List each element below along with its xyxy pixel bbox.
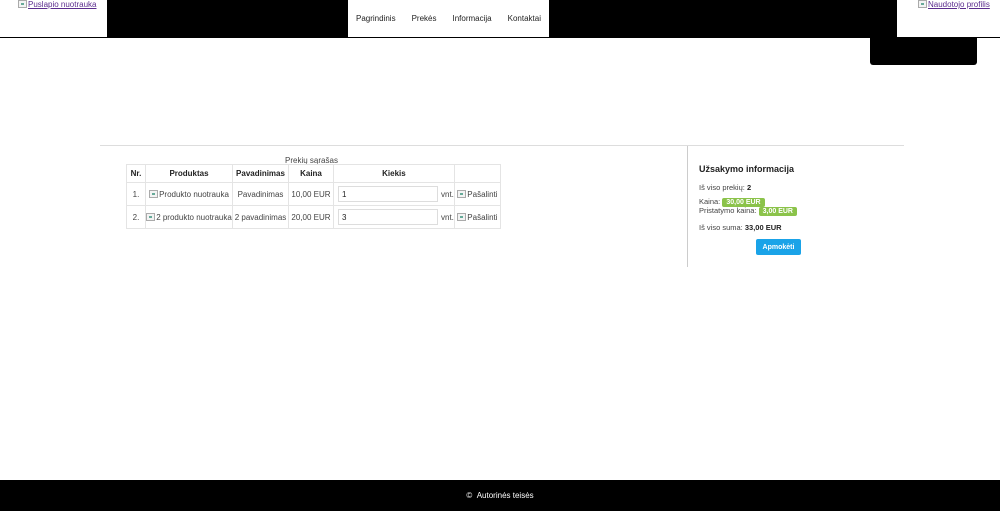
product-image-alt-text: Produkto nuotrauka bbox=[159, 189, 229, 199]
quantity-cell: vnt. bbox=[333, 205, 455, 229]
copyright-icon: © bbox=[466, 491, 473, 500]
total-sum-value: 33,00 EUR bbox=[744, 223, 782, 232]
broken-image-icon bbox=[457, 212, 467, 221]
product-name: Pavadinimas bbox=[232, 182, 289, 206]
column-header-name: Pavadinimas bbox=[232, 164, 289, 183]
remove-alt-text: Pašalinti bbox=[467, 189, 498, 199]
remove-button[interactable]: Pašalinti bbox=[453, 205, 501, 229]
product-price: 10,00 EUR bbox=[288, 182, 334, 206]
product-name: 2 pavadinimas bbox=[232, 205, 289, 229]
remove-button[interactable]: Pašalinti bbox=[453, 182, 501, 206]
user-profile-alt-text: Naudotojo profilis bbox=[928, 0, 990, 9]
product-image: Produkto nuotrauka bbox=[145, 182, 233, 206]
table-row: 2. 2 produkto nuotrauka 2 pavadinimas 20… bbox=[126, 205, 501, 229]
quantity-input[interactable] bbox=[338, 209, 438, 225]
broken-image-icon bbox=[918, 0, 927, 8]
footer-bar: © Autorinės teisės bbox=[0, 480, 1000, 511]
column-header-product: Produktas bbox=[145, 164, 233, 183]
column-header-actions bbox=[453, 164, 501, 183]
quantity-cell: vnt. bbox=[333, 182, 455, 206]
logo-container: Puslapio nuotrauka bbox=[0, 0, 107, 37]
summary-separator bbox=[687, 146, 688, 267]
broken-image-icon bbox=[149, 189, 159, 198]
product-image-alt-text: 2 produkto nuotrauka bbox=[156, 212, 232, 222]
cart-table: Nr. Produktas Pavadinimas Kaina Kiekis 1… bbox=[126, 164, 501, 229]
pay-button[interactable]: Apmokėti bbox=[756, 239, 801, 255]
quantity-wrapper: vnt. bbox=[334, 209, 454, 225]
column-header-price: Kaina bbox=[288, 164, 334, 183]
broken-image-icon bbox=[457, 189, 467, 198]
top-header-bar: Puslapio nuotrauka Pagrindinis Prekės In… bbox=[0, 0, 1000, 38]
total-sum-label: Iš viso suma: bbox=[699, 223, 743, 232]
content-divider bbox=[100, 145, 904, 146]
quantity-unit: vnt. bbox=[441, 212, 454, 222]
price-label: Kaina: bbox=[699, 197, 721, 206]
nav-item-information[interactable]: Informacija bbox=[452, 14, 491, 23]
total-items-value: 2 bbox=[746, 183, 752, 192]
table-header-row: Nr. Produktas Pavadinimas Kaina Kiekis bbox=[126, 164, 501, 183]
product-image: 2 produkto nuotrauka bbox=[145, 205, 233, 229]
quantity-wrapper: vnt. bbox=[334, 186, 454, 202]
shipping-label: Pristatymo kaina: bbox=[699, 206, 757, 215]
product-price: 20,00 EUR bbox=[288, 205, 334, 229]
site-logo-alt-text: Puslapio nuotrauka bbox=[28, 0, 97, 9]
broken-image-icon bbox=[18, 0, 27, 8]
total-items-line: Iš viso prekių: 2 bbox=[699, 183, 751, 192]
quantity-input[interactable] bbox=[338, 186, 438, 202]
site-logo-link[interactable]: Puslapio nuotrauka bbox=[18, 0, 97, 9]
row-number: 2. bbox=[126, 205, 146, 229]
remove-alt-text: Pašalinti bbox=[467, 212, 498, 222]
main-navigation: Pagrindinis Prekės Informacija Kontaktai bbox=[348, 0, 549, 37]
order-summary-title: Užsakymo informacija bbox=[699, 164, 795, 174]
total-sum-line: Iš viso suma: 33,00 EUR bbox=[699, 223, 782, 232]
copyright-text: Autorinės teisės bbox=[476, 491, 534, 500]
row-number: 1. bbox=[126, 182, 146, 206]
profile-container: Naudotojo profilis bbox=[897, 0, 1000, 37]
column-header-nr: Nr. bbox=[126, 164, 146, 183]
shipping-line: Pristatymo kaina: 3,00 EUR bbox=[699, 206, 797, 216]
column-header-quantity: Kiekis bbox=[333, 164, 455, 183]
quantity-unit: vnt. bbox=[441, 189, 454, 199]
total-items-label: Iš viso prekių: bbox=[699, 183, 745, 192]
nav-item-home[interactable]: Pagrindinis bbox=[356, 14, 396, 23]
profile-dropdown-panel bbox=[870, 37, 977, 65]
broken-image-icon bbox=[146, 212, 156, 221]
table-row: 1. Produkto nuotrauka Pavadinimas 10,00 … bbox=[126, 182, 501, 206]
user-profile-link[interactable]: Naudotojo profilis bbox=[918, 0, 990, 9]
nav-item-contacts[interactable]: Kontaktai bbox=[508, 14, 541, 23]
nav-item-products[interactable]: Prekės bbox=[412, 14, 437, 23]
shipping-value-badge: 3,00 EUR bbox=[758, 207, 797, 216]
